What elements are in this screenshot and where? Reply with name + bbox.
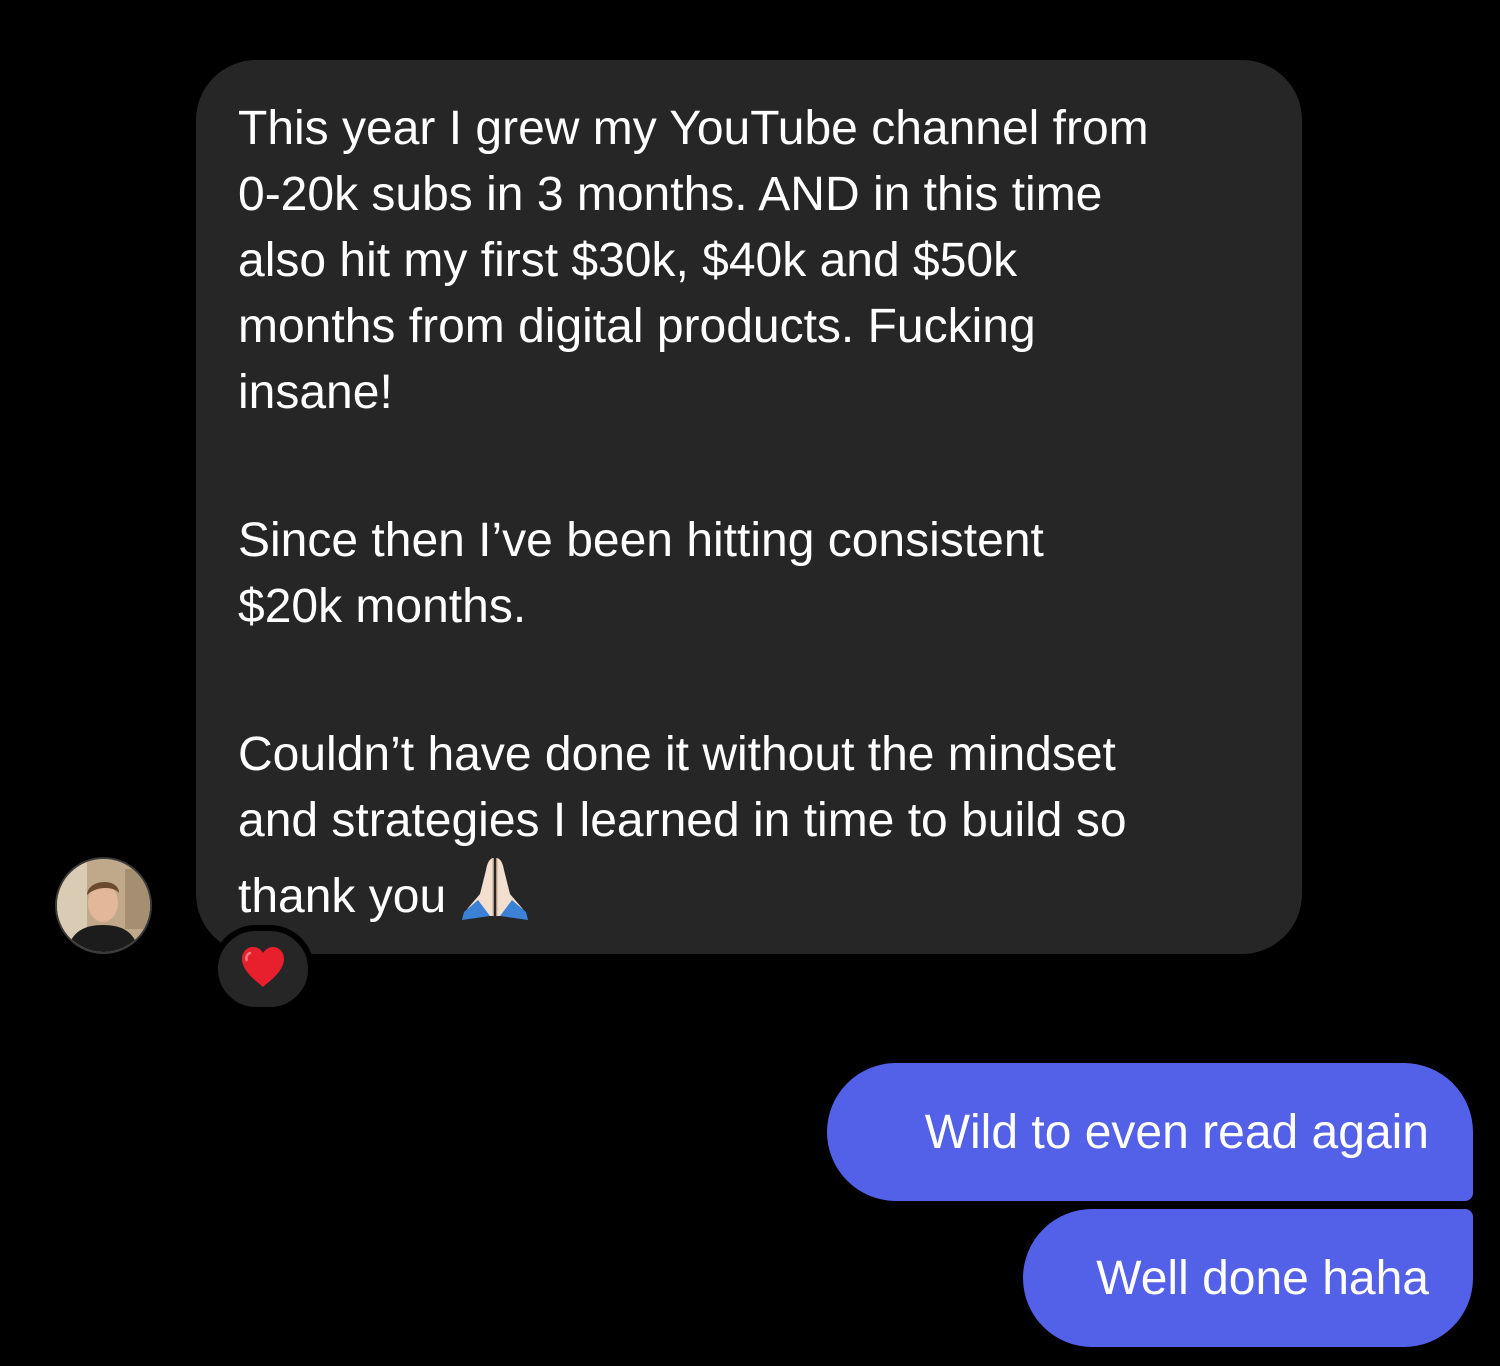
message-paragraph: Since then I’ve been hitting consistent … xyxy=(238,514,1044,633)
outgoing-message-bubble[interactable]: Well done haha xyxy=(1023,1209,1473,1347)
dm-thread: This year I grew my YouTube channel from… xyxy=(0,0,1500,1366)
incoming-message-bubble[interactable]: This year I grew my YouTube channel from… xyxy=(196,60,1302,954)
message-paragraph: This year I grew my YouTube channel from… xyxy=(238,102,1149,419)
outgoing-message-text: Well done haha xyxy=(1096,1251,1429,1305)
contact-avatar[interactable] xyxy=(55,857,152,954)
outgoing-message-text: Wild to even read again xyxy=(924,1105,1429,1159)
heart-reaction[interactable] xyxy=(212,925,314,1013)
folded-hands-icon xyxy=(460,854,530,938)
outgoing-message-bubble[interactable]: Wild to even read again xyxy=(827,1063,1473,1201)
message-paragraph-text: Couldn’t have done it without the mindse… xyxy=(238,728,1127,923)
red-heart-icon xyxy=(239,945,287,994)
message-paragraph: Couldn’t have done it without the mindse… xyxy=(238,722,1260,938)
